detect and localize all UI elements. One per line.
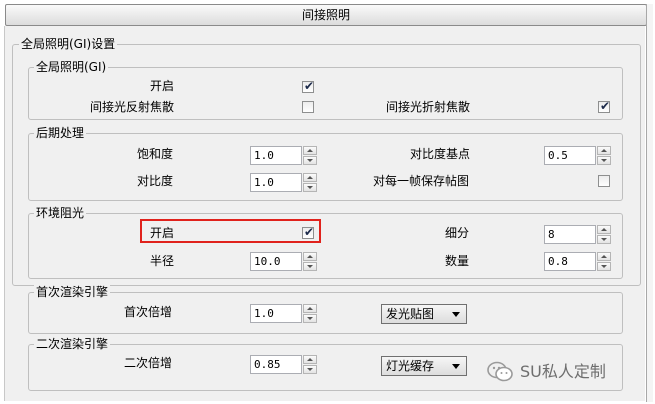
wechat-icon xyxy=(486,360,514,384)
spinner-up-button[interactable] xyxy=(303,355,317,364)
contrast-base-spinner[interactable]: 0.5 xyxy=(544,146,614,165)
save-maps-checkbox[interactable] xyxy=(598,175,610,187)
chevron-down-icon xyxy=(452,364,460,369)
rollout-header[interactable]: 间接照明 xyxy=(5,4,647,26)
amount-label: 数量 xyxy=(445,254,470,268)
gi-enable-checkbox[interactable]: ✔ xyxy=(302,79,315,93)
secondary-multiplier-label: 二次倍增 xyxy=(124,356,173,370)
primary-engine-value: 发光贴图 xyxy=(386,307,435,321)
secondary-engine-value: 灯光缓存 xyxy=(386,359,435,373)
spinner-up-button[interactable] xyxy=(597,146,611,155)
primary-engine-dropdown[interactable]: 发光贴图 xyxy=(381,304,467,324)
spinner-down-button[interactable] xyxy=(303,156,317,165)
red-highlight-box xyxy=(140,219,321,243)
gi-enable-label: 开启 xyxy=(150,79,175,93)
amount-spinner[interactable]: 0.8 xyxy=(544,252,614,271)
watermark: SU私人定制 xyxy=(486,358,606,386)
spinner-up-button[interactable] xyxy=(597,252,611,261)
watermark-text: SU私人定制 xyxy=(520,362,606,381)
saturation-input[interactable]: 1.0 xyxy=(250,146,302,165)
contrast-spinner[interactable]: 1.0 xyxy=(250,173,320,192)
saturation-label: 饱和度 xyxy=(137,147,174,161)
spinner-down-button[interactable] xyxy=(303,314,317,323)
radius-spinner[interactable]: 10.0 xyxy=(250,252,320,271)
primary-engine-group xyxy=(28,292,623,334)
gi-settings-title: 全局照明(GI)设置 xyxy=(19,37,118,51)
spinner-up-button[interactable] xyxy=(303,304,317,313)
primary-multiplier-label: 首次倍增 xyxy=(124,305,173,319)
secondary-multiplier-input[interactable]: 0.85 xyxy=(250,355,302,374)
secondary-multiplier-spinner[interactable]: 0.85 xyxy=(250,355,320,374)
spinner-down-button[interactable] xyxy=(597,156,611,165)
ambient-occlusion-group xyxy=(28,213,623,279)
ambient-occlusion-title: 环境阻光 xyxy=(34,206,87,220)
check-icon: ✔ xyxy=(303,79,315,93)
primary-engine-title: 首次渲染引擎 xyxy=(34,285,111,299)
post-processing-title: 后期处理 xyxy=(34,126,87,140)
subdivs-label: 细分 xyxy=(445,226,470,240)
reflective-caustics-checkbox[interactable] xyxy=(302,101,314,113)
saturation-spinner[interactable]: 1.0 xyxy=(250,146,320,165)
chevron-down-icon xyxy=(452,312,460,317)
spinner-up-button[interactable] xyxy=(303,252,317,261)
vray-indirect-illumination-rollout: 间接照明 全局照明(GI)设置 全局照明(GI) 开启 ✔ 间接光反射焦散 间接… xyxy=(0,0,655,404)
secondary-engine-title: 二次渲染引擎 xyxy=(34,337,111,351)
refractive-caustics-label: 间接光折射焦散 xyxy=(386,100,471,114)
spinner-down-button[interactable] xyxy=(597,235,611,244)
contrast-label: 对比度 xyxy=(137,174,174,188)
post-processing-group xyxy=(28,133,623,201)
primary-multiplier-spinner[interactable]: 1.0 xyxy=(250,304,320,323)
radius-label: 半径 xyxy=(150,254,175,268)
secondary-engine-dropdown[interactable]: 灯光缓存 xyxy=(381,356,467,376)
spinner-up-button[interactable] xyxy=(597,225,611,234)
refractive-caustics-checkbox[interactable]: ✔ xyxy=(598,99,611,113)
subdivs-spinner[interactable]: 8 xyxy=(544,225,614,244)
spinner-down-button[interactable] xyxy=(303,365,317,374)
contrast-input[interactable]: 1.0 xyxy=(250,173,302,192)
save-maps-label: 对每一帧保存帖图 xyxy=(373,174,470,188)
subdivs-input[interactable]: 8 xyxy=(544,225,596,244)
primary-multiplier-input[interactable]: 1.0 xyxy=(250,304,302,323)
spinner-down-button[interactable] xyxy=(597,262,611,271)
spinner-up-button[interactable] xyxy=(303,173,317,182)
contrast-base-label: 对比度基点 xyxy=(410,147,471,161)
check-icon: ✔ xyxy=(599,99,611,113)
spinner-down-button[interactable] xyxy=(303,183,317,192)
contrast-base-input[interactable]: 0.5 xyxy=(544,146,596,165)
amount-input[interactable]: 0.8 xyxy=(544,252,596,271)
spinner-up-button[interactable] xyxy=(303,146,317,155)
radius-input[interactable]: 10.0 xyxy=(250,252,302,271)
scrollbar[interactable] xyxy=(646,4,653,402)
gi-group-title: 全局照明(GI) xyxy=(34,60,109,74)
reflective-caustics-label: 间接光反射焦散 xyxy=(90,100,175,114)
spinner-down-button[interactable] xyxy=(303,262,317,271)
